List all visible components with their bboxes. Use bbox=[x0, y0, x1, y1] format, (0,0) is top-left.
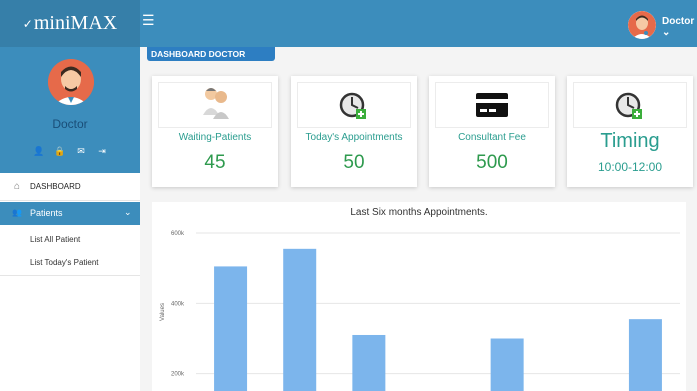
chart-bar[interactable] bbox=[283, 248, 317, 391]
card-title: Waiting-Patients bbox=[178, 132, 252, 143]
top-navbar: ✓miniMAX ☰ Doctor ⌄ bbox=[0, 0, 697, 47]
clock-add-icon bbox=[339, 92, 366, 119]
hamburger-icon[interactable]: ☰ bbox=[142, 13, 155, 27]
submenu-list-all-patient[interactable]: List All Patient bbox=[30, 235, 80, 244]
stat-card-waiting-patients[interactable]: Waiting-Patients 45 bbox=[152, 76, 278, 187]
y-tick-label: 200k bbox=[171, 372, 185, 378]
y-tick-label: 400k bbox=[171, 301, 185, 307]
card-icon-box bbox=[158, 82, 272, 128]
brand-name: miniMAX bbox=[33, 12, 118, 34]
card-title: Today's Appointments bbox=[305, 132, 403, 143]
appointments-chart: Last Six months Appointments. 200k 400k 60… bbox=[152, 202, 686, 391]
user-icon[interactable]: 👤 bbox=[33, 146, 45, 157]
sidebar-item-patients[interactable]: 👥 Patients ⌄ bbox=[0, 202, 140, 225]
lock-icon[interactable]: 🔒 bbox=[54, 146, 66, 157]
main-content: DASHBOARD DOCTOR Waiting-Patients 45 Tod… bbox=[140, 47, 697, 391]
card-value: 45 bbox=[204, 152, 226, 173]
chevron-down-icon: ⌄ bbox=[662, 27, 671, 38]
card-title: Timing bbox=[600, 130, 660, 152]
user-menu-toggle[interactable]: Doctor ⌄ bbox=[662, 16, 697, 38]
submenu-list-todays-patient[interactable]: List Today's Patient bbox=[30, 258, 99, 267]
sidebar-item-label: Patients bbox=[30, 208, 63, 218]
chart-bar[interactable] bbox=[352, 334, 386, 391]
user-avatar[interactable] bbox=[628, 11, 656, 39]
logout-icon[interactable]: ⇥ bbox=[96, 146, 108, 157]
chart-canvas: 200k 400k 600k Values bbox=[160, 231, 680, 391]
sidebar-profile: Doctor 👤 🔒 ✉ ⇥ bbox=[0, 47, 140, 173]
users-icon: 👥 bbox=[12, 208, 22, 217]
chevron-down-icon: ⌄ bbox=[124, 207, 132, 217]
card-icon-box bbox=[435, 82, 549, 128]
home-icon: ⌂ bbox=[14, 181, 21, 192]
card-icon-box bbox=[297, 82, 411, 128]
y-tick-label: 600k bbox=[171, 231, 185, 237]
doctor-avatar-icon bbox=[628, 11, 656, 39]
stat-card-appointments[interactable]: Today's Appointments 50 bbox=[291, 76, 417, 187]
user-menu-label: Doctor bbox=[662, 16, 695, 27]
sidebar-item-label: DASHBOARD bbox=[30, 182, 81, 191]
card-value: 10:00-12:00 bbox=[597, 160, 663, 174]
stat-card-timing[interactable]: Timing 10:00-12:00 bbox=[567, 76, 693, 187]
sidebar-item-dashboard[interactable]: ⌂ DASHBOARD bbox=[0, 174, 140, 201]
brand-logo[interactable]: ✓miniMAX bbox=[0, 0, 140, 47]
clock-add-icon bbox=[615, 92, 642, 119]
profile-actions: 👤 🔒 ✉ ⇥ bbox=[33, 141, 117, 159]
profile-avatar bbox=[48, 59, 94, 105]
card-value: 50 bbox=[343, 152, 365, 173]
card-icon-box bbox=[573, 82, 687, 128]
chart-bar[interactable] bbox=[628, 319, 662, 391]
page-title: DASHBOARD DOCTOR bbox=[147, 47, 275, 61]
profile-name: Doctor bbox=[52, 117, 88, 131]
chart-bar[interactable] bbox=[214, 266, 248, 391]
credit-card-icon bbox=[476, 93, 508, 117]
doctor-avatar-icon bbox=[48, 59, 94, 105]
sidebar: Doctor 👤 🔒 ✉ ⇥ ⌂ DASHBOARD 👥 Patients ⌄ Lis… bbox=[0, 47, 140, 391]
card-title: Consultant Fee bbox=[458, 132, 526, 143]
mail-icon[interactable]: ✉ bbox=[75, 146, 87, 157]
patients-icon bbox=[203, 88, 229, 119]
stat-card-consultant-fee[interactable]: Consultant Fee 500 bbox=[429, 76, 555, 187]
brand-mark: ✓ bbox=[22, 16, 33, 31]
chart-bar[interactable] bbox=[490, 338, 524, 391]
card-value: 500 bbox=[476, 152, 508, 173]
y-axis-label: Values bbox=[160, 303, 166, 321]
divider bbox=[0, 275, 140, 276]
